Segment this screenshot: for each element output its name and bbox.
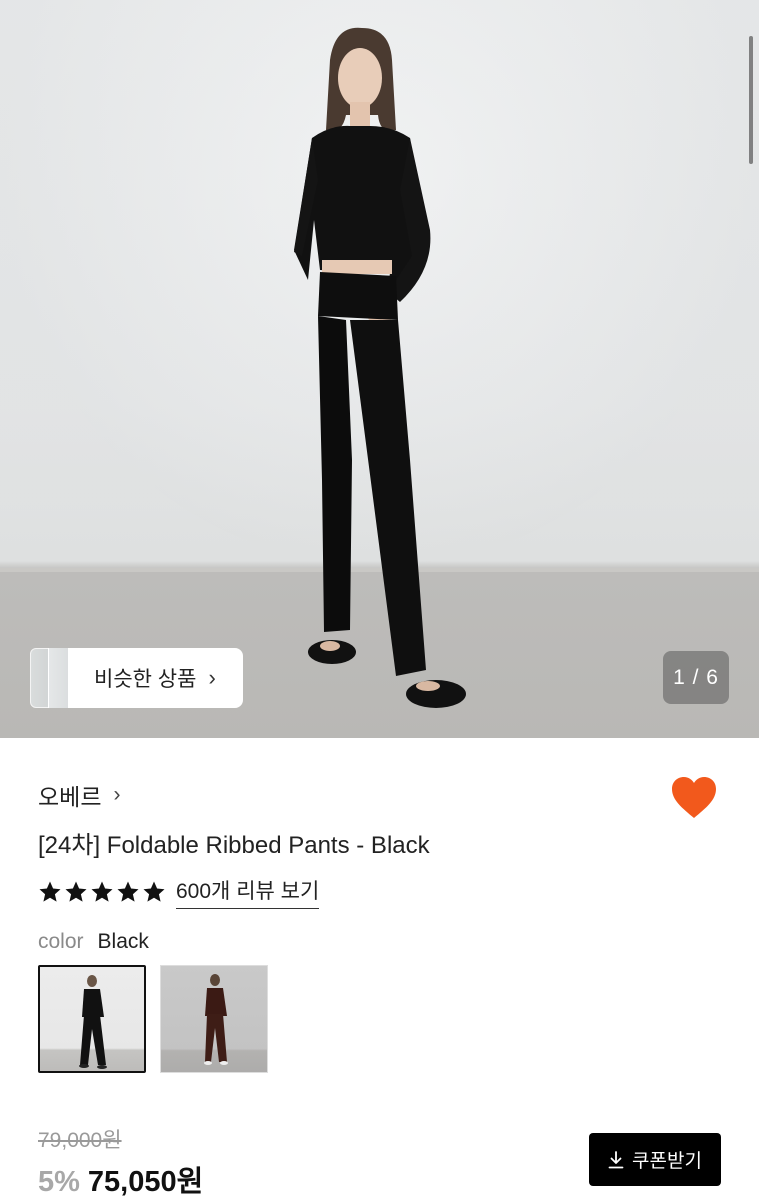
color-swatch-black[interactable] [38, 965, 146, 1073]
image-counter: 1 / 6 [663, 651, 729, 704]
star-icon [143, 881, 165, 902]
brand-name: 오베르 [38, 784, 102, 810]
star-icon [117, 881, 139, 902]
wishlist-heart-icon[interactable] [670, 776, 718, 820]
color-value: Black [97, 930, 149, 953]
get-coupon-button[interactable]: 쿠폰받기 [589, 1133, 721, 1186]
original-price: 79,000원 [38, 1129, 122, 1152]
star-icon [39, 881, 61, 902]
star-rating [38, 880, 166, 904]
star-icon [65, 881, 87, 902]
product-photo-model [294, 27, 466, 708]
similar-products-pill[interactable]: 비슷한 상품 › [68, 648, 243, 708]
chevron-right-icon: › [113, 783, 121, 806]
sale-price: 75,050원 [87, 1166, 204, 1198]
swatch-black-model [79, 975, 107, 1069]
chevron-right-icon: › [208, 665, 216, 690]
similar-products-label: 비슷한 상품 [94, 668, 197, 691]
discount-rate: 5% [38, 1166, 80, 1198]
similar-products-button[interactable]: 비슷한 상품 › [30, 648, 243, 708]
rating-row: 600개 리뷰 보기 [38, 875, 320, 909]
color-swatch-brown[interactable] [160, 965, 268, 1073]
swatch-brown-model [204, 974, 228, 1065]
price-row: 5% 75,050원 [38, 1158, 203, 1200]
scrollbar[interactable] [749, 36, 753, 164]
star-icon [91, 881, 113, 902]
product-title: [24차] Foldable Ribbed Pants - Black [38, 832, 430, 859]
view-reviews-link[interactable]: 600개 리뷰 보기 [176, 875, 320, 909]
coupon-label: 쿠폰받기 [632, 1151, 702, 1172]
product-image-gallery[interactable]: 비슷한 상품 › 1 / 6 [0, 0, 759, 738]
color-option-label: color Black [38, 930, 149, 954]
brand-link[interactable]: 오베르 › [38, 778, 120, 812]
download-icon [608, 1150, 624, 1168]
color-label: color [38, 930, 84, 953]
